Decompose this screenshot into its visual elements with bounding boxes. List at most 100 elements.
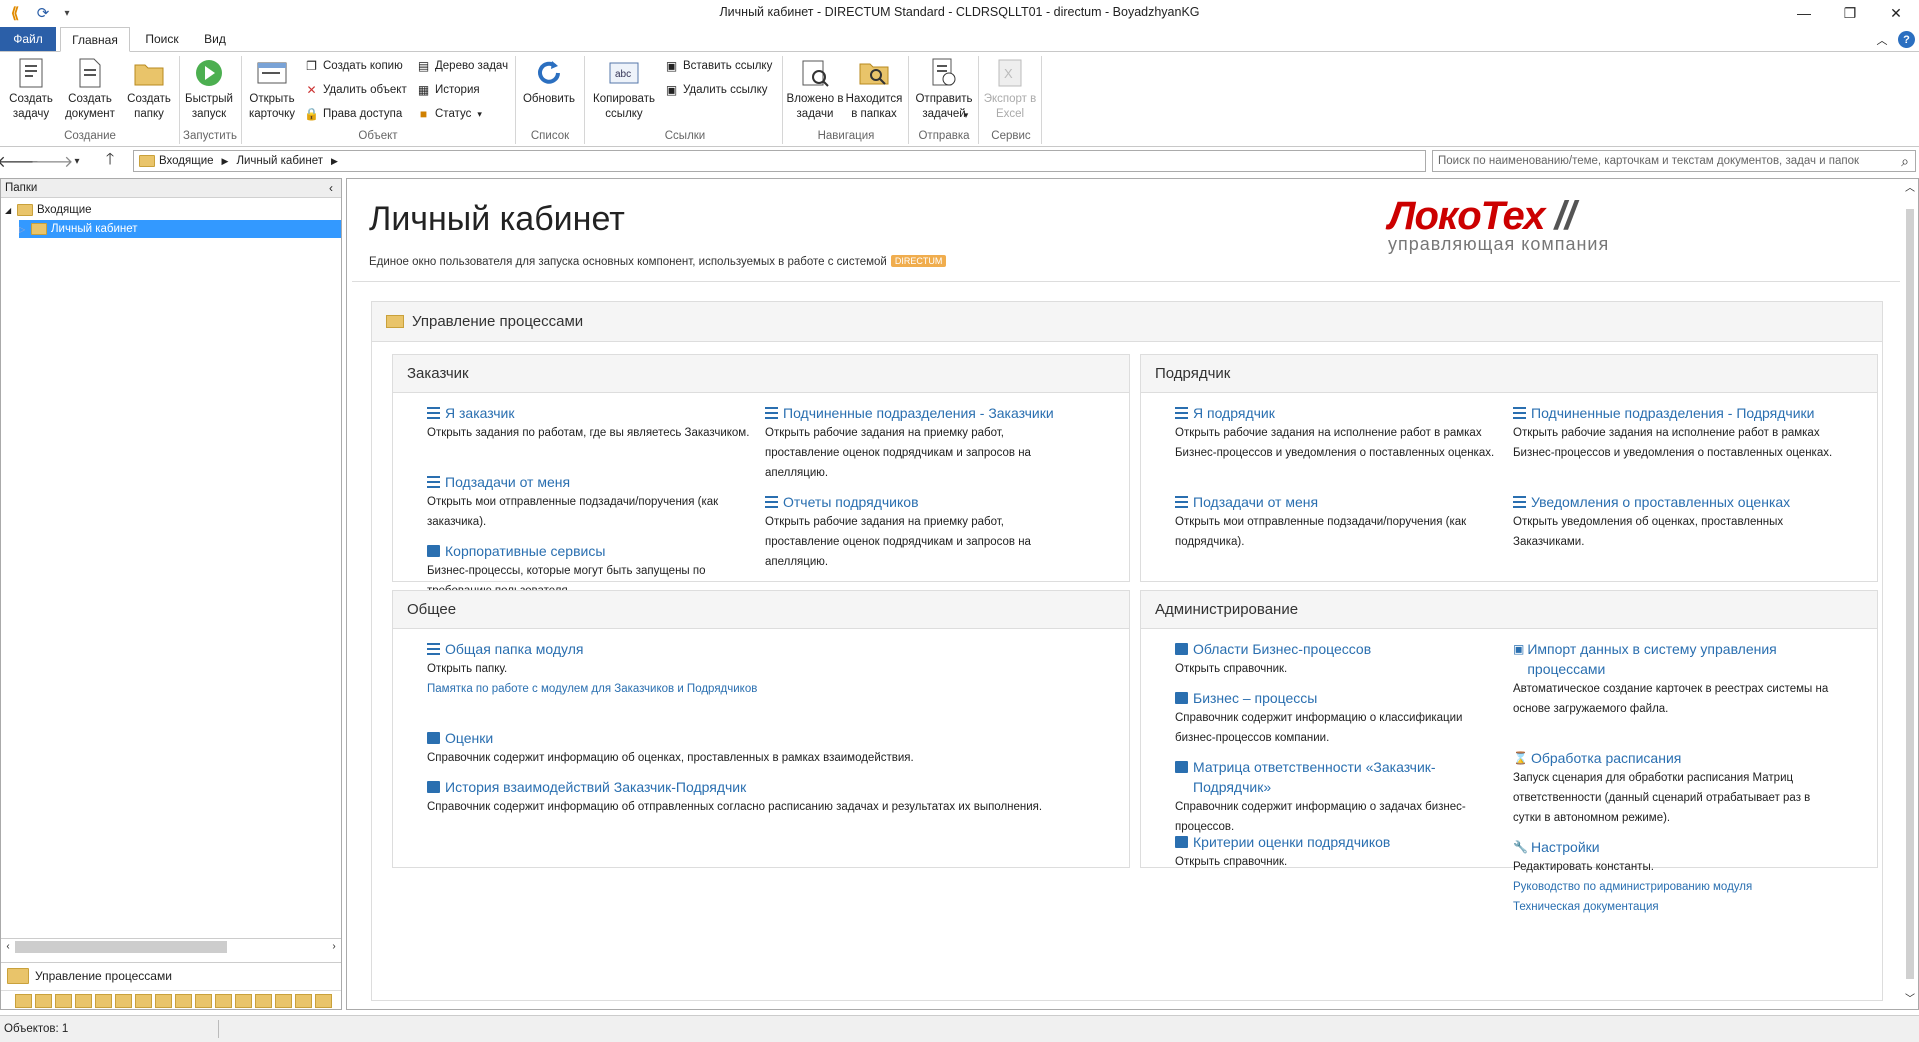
scroll-down-icon[interactable]: ﹀ [1902, 990, 1918, 1005]
status-button[interactable]: ■ Статус ▾ [416, 103, 482, 125]
expand-icon[interactable]: ◢ [5, 206, 17, 215]
minimize-button[interactable]: — [1781, 0, 1827, 26]
link-admin-guide[interactable]: Руководство по администрированию модуля [1513, 877, 1838, 897]
refresh-button[interactable]: Обновить [520, 56, 578, 130]
link-i-am-contractor[interactable]: Я подрядчик [1175, 403, 1500, 423]
send-icon [927, 56, 961, 90]
link-module-memo[interactable]: Памятка по работе с модулем для Заказчик… [427, 679, 1107, 699]
send-as-task-button[interactable]: Отправить задачей ▾ [913, 56, 975, 130]
nav-folder-icon[interactable] [255, 993, 272, 1008]
link-data-import[interactable]: ▣ Импорт данных в систему управления проц… [1513, 639, 1838, 679]
vertical-scrollbar[interactable]: ︿ ﹀ [1902, 179, 1918, 1009]
create-document-button[interactable]: Создать документ [61, 56, 119, 130]
link-contractor-criteria[interactable]: Критерии оценки подрядчиков [1175, 832, 1500, 852]
tab-view[interactable]: Вид [192, 27, 238, 52]
export-excel-button[interactable]: X Экспорт в Excel [981, 56, 1039, 130]
ribbon-separator [782, 56, 783, 144]
search-input[interactable]: Поиск по наименованию/теме, карточкам и … [1432, 150, 1916, 172]
nav-folder-icon[interactable] [195, 993, 212, 1008]
tab-search[interactable]: Поиск [134, 27, 190, 52]
create-copy-button[interactable]: ❐ Создать копию [304, 55, 403, 77]
scroll-right-icon[interactable]: › [327, 941, 341, 952]
group-label-navigation: Навигация [817, 130, 875, 142]
open-card-button[interactable]: Открыть карточку [243, 56, 301, 130]
link-schedule-processing[interactable]: ⌛ Обработка расписания [1513, 748, 1838, 768]
insert-link-button[interactable]: ▣ Вставить ссылку [664, 55, 773, 77]
nav-folder-icon[interactable] [115, 993, 132, 1008]
scrollbar-thumb[interactable] [1906, 209, 1914, 979]
nav-folder-icon[interactable] [235, 993, 252, 1008]
search-icon[interactable]: ⌕ [1895, 151, 1915, 171]
nav-folder-icon[interactable] [295, 993, 312, 1008]
tree-item-personal-cabinet[interactable]: ▷ Личный кабинет [19, 220, 341, 238]
history-button[interactable]: ▦ История [416, 79, 480, 101]
link-module-folder[interactable]: Общая папка модуля [427, 639, 1107, 659]
link-contractor-subtasks[interactable]: Подзадачи от меня [1175, 492, 1500, 512]
delete-object-button[interactable]: ✕ Удалить объект [304, 79, 406, 101]
item-i-am-contractor: Я подрядчик Открыть рабочие задания на и… [1175, 403, 1500, 463]
breadcrumb[interactable]: Входящие ▶ Личный кабинет ▶ [133, 150, 1426, 172]
nav-folder-icon[interactable] [135, 993, 152, 1008]
in-folders-button[interactable]: Находится в папках [844, 56, 904, 130]
forward-icon[interactable]: 🡒 [31, 151, 74, 171]
link-interaction-history[interactable]: История взаимодействий Заказчик-Подрядчи… [427, 777, 1107, 797]
collapse-ribbon-icon[interactable]: ︿ [1874, 30, 1890, 50]
link-corporate-services[interactable]: Корпоративные сервисы [427, 541, 757, 561]
link-bp-areas[interactable]: Области Бизнес-процессов [1175, 639, 1500, 659]
nav-folder-icon[interactable] [175, 993, 192, 1008]
link-contractor-reports[interactable]: Отчеты подрядчиков [765, 492, 1075, 512]
expand-icon[interactable]: ▷ [19, 225, 31, 234]
link-ratings[interactable]: Оценки [427, 728, 1107, 748]
tab-file[interactable]: Файл [0, 27, 56, 52]
folder-icon [139, 155, 155, 167]
ribbon-separator [1041, 56, 1042, 144]
breadcrumb-current[interactable]: Личный кабинет [236, 155, 323, 167]
nav-folder-icon[interactable] [155, 993, 172, 1008]
delete-link-button[interactable]: ▣ Удалить ссылку [664, 79, 768, 101]
nav-folder-icon[interactable] [55, 993, 72, 1008]
scrollbar-thumb[interactable] [15, 940, 227, 953]
attached-in-tasks-button[interactable]: Вложено в задачи [786, 56, 844, 130]
link-i-am-customer[interactable]: Я заказчик [427, 403, 757, 423]
nav-folder-icon[interactable] [275, 993, 292, 1008]
nav-folder-icon[interactable] [215, 993, 232, 1008]
nav-pane-process-management[interactable]: Управление процессами [1, 962, 341, 988]
link-business-processes[interactable]: Бизнес – процессы [1175, 688, 1500, 708]
horizontal-scrollbar[interactable]: ‹ › [1, 938, 341, 954]
close-button[interactable]: ✕ [1873, 0, 1919, 26]
nav-folder-icon[interactable] [315, 993, 332, 1008]
copy-link-button[interactable]: abc Копировать ссылку [590, 56, 658, 130]
link-rating-notifications[interactable]: Уведомления о проставленных оценках [1513, 492, 1838, 512]
nav-folder-icon[interactable] [95, 993, 112, 1008]
create-task-button[interactable]: Создать задачу [2, 56, 60, 130]
link-tech-docs[interactable]: Техническая документация [1513, 897, 1838, 917]
tab-home[interactable]: Главная [60, 27, 130, 52]
create-folder-button[interactable]: Создать папку [120, 56, 178, 130]
link-sub-departments-contractors[interactable]: Подчиненные подразделения - Подрядчики [1513, 403, 1838, 423]
link-sub-departments-customers[interactable]: Подчиненные подразделения - Заказчики [765, 403, 1075, 423]
scroll-left-icon[interactable]: ‹ [1, 941, 15, 952]
group-label-links: Ссылки [664, 130, 706, 142]
back-icon[interactable]: 🡐 [0, 151, 39, 171]
copy-icon: ❐ [306, 59, 317, 73]
scroll-up-icon[interactable]: ︿ [1902, 179, 1918, 194]
link-settings[interactable]: 🔧 Настройки [1513, 837, 1838, 857]
nav-folder-icon[interactable] [75, 993, 92, 1008]
play-icon [192, 56, 226, 90]
link-responsibility-matrix[interactable]: Матрица ответственности «Заказчик-Подряд… [1175, 757, 1500, 797]
nav-folder-icon[interactable] [15, 993, 32, 1008]
access-rights-button[interactable]: 🔒 Права доступа [304, 103, 402, 125]
up-icon[interactable]: 🡑 [98, 151, 122, 171]
collapse-panel-icon[interactable]: ‹ [329, 181, 333, 195]
tree-item-inbox[interactable]: ◢ Входящие [5, 201, 92, 219]
nav-folder-icon[interactable] [35, 993, 52, 1008]
history-dropdown-icon[interactable]: ▾ [70, 151, 84, 171]
help-icon[interactable]: ? [1898, 31, 1915, 48]
list-icon [427, 643, 440, 655]
maximize-button[interactable]: ❐ [1827, 0, 1873, 26]
hourglass-icon: ⌛ [1513, 751, 1528, 765]
breadcrumb-root[interactable]: Входящие [159, 155, 214, 167]
quick-start-button[interactable]: Быстрый запуск [180, 56, 238, 130]
link-subtasks-from-me[interactable]: Подзадачи от меня [427, 472, 757, 492]
task-tree-button[interactable]: ▤ Дерево задач [416, 55, 508, 77]
